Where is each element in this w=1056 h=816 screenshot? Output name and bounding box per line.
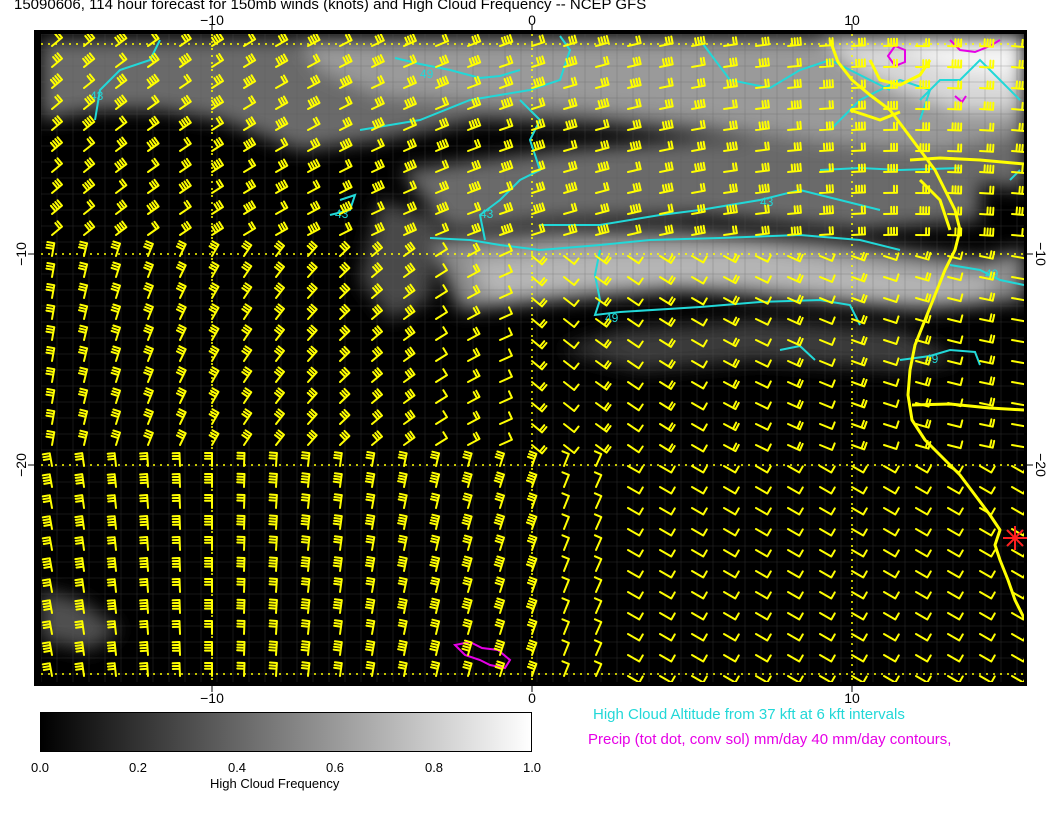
- colorbar: [40, 712, 532, 752]
- colorbar-tick: 0.0: [30, 760, 50, 775]
- top-tick-label: 10: [844, 12, 860, 28]
- bottom-tick-label: 0: [528, 690, 536, 706]
- right-tick-label: −20: [1033, 453, 1049, 477]
- forecast-map: 49 43 43 43 49 49 49 43 −10 0 10 −10 0 1…: [13, 12, 1049, 706]
- bottom-tick-label: −10: [200, 690, 224, 706]
- map-title: 15090606, 114 hour forecast for 150mb wi…: [14, 0, 647, 13]
- contour-label: 49: [605, 311, 619, 325]
- contour-label: 43: [760, 195, 774, 209]
- colorbar-tick: 0.4: [227, 760, 247, 775]
- colorbar-tick: 0.2: [128, 760, 148, 775]
- right-tick-label: −10: [1033, 242, 1049, 266]
- bottom-tick-label: 10: [844, 690, 860, 706]
- contour-label: 43: [480, 207, 494, 221]
- colorbar-tick: 0.8: [424, 760, 444, 775]
- top-tick-label: −10: [200, 12, 224, 28]
- left-tick-label: −20: [13, 453, 29, 477]
- colorbar-tick: 0.6: [325, 760, 345, 775]
- colorbar-title: High Cloud Frequency: [210, 776, 340, 791]
- precip-legend: Precip (tot dot, conv sol) mm/day 40 mm/…: [588, 731, 952, 748]
- cloud-altitude-legend: High Cloud Altitude from 37 kft at 6 kft…: [593, 706, 905, 723]
- contour-label: 43: [90, 89, 104, 103]
- contour-label: 49: [420, 67, 434, 81]
- colorbar-tick: 1.0: [522, 760, 542, 775]
- top-tick-label: 0: [528, 12, 536, 28]
- left-tick-label: −10: [13, 242, 29, 266]
